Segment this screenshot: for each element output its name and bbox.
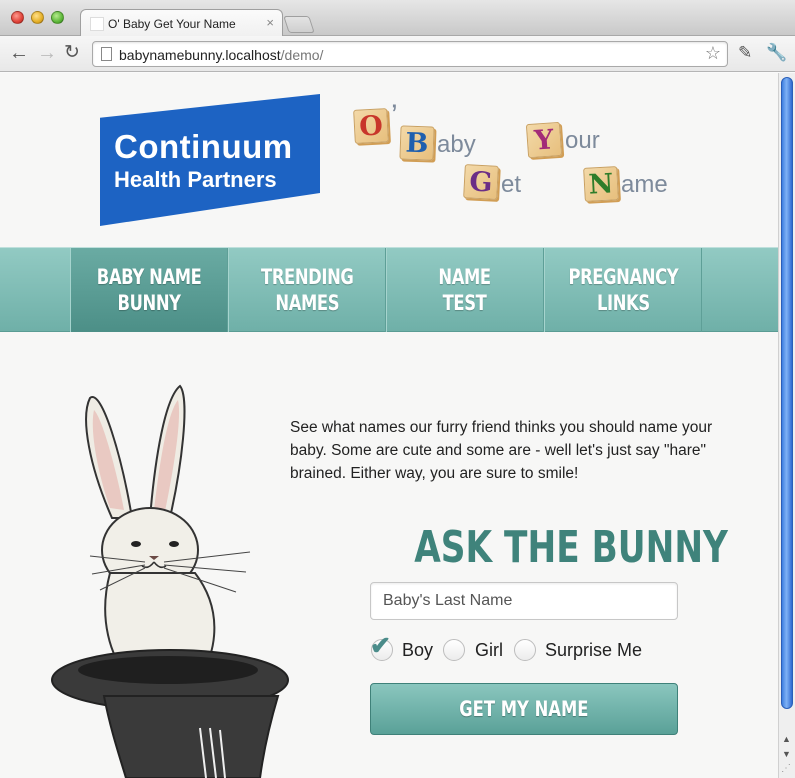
tagline-aby: aby — [437, 131, 476, 158]
gender-label-surprise[interactable]: Surprise Me — [545, 640, 642, 661]
nav-item-pregnancy-links[interactable]: PREGNANCY LINKS — [544, 248, 702, 332]
block-y: Y — [525, 121, 563, 159]
logo-line2: Health Partners — [114, 167, 277, 192]
browser-titlebar: O' Baby Get Your Name × — [0, 0, 795, 37]
ask-title-text: ASK THE BUNNY — [414, 522, 728, 573]
gender-label-boy[interactable]: Boy — [402, 640, 433, 661]
bookmark-star-icon[interactable]: ☆ — [705, 43, 721, 64]
tab-title: O' Baby Get Your Name — [108, 17, 236, 31]
tagline-et: et — [501, 171, 522, 198]
tab-close-icon[interactable]: × — [266, 15, 274, 30]
reload-icon[interactable]: ↻ — [64, 42, 80, 64]
zoom-window-button[interactable] — [51, 11, 64, 24]
nav-label: NAME TEST — [438, 265, 492, 315]
nav-item-trending-names[interactable]: TRENDING NAMES — [228, 248, 386, 332]
page-content: Continuum Health Partners O ’ B aby Y ou… — [0, 73, 778, 778]
bunny-in-hat-illustration — [51, 384, 289, 778]
minimize-window-button[interactable] — [31, 11, 44, 24]
nav-item-baby-name-bunny[interactable]: BABY NAME BUNNY — [70, 248, 228, 332]
gender-radio-boy[interactable]: ✔ — [370, 632, 393, 661]
block-b: B — [399, 125, 435, 161]
scroll-up-icon[interactable]: ▲ — [782, 734, 791, 744]
get-my-name-button[interactable]: GET MY NAME — [370, 683, 678, 735]
new-tab-button[interactable] — [283, 16, 315, 33]
wrench-icon[interactable]: 🔧 — [766, 43, 787, 63]
gender-radio-girl[interactable] — [443, 639, 465, 661]
forward-icon[interactable]: → — [37, 42, 57, 64]
favicon-icon — [90, 17, 104, 31]
vertical-scrollbar[interactable]: ▲ ▼ ⋰ — [778, 73, 795, 778]
page-menu-icon[interactable]: ✎ — [738, 43, 752, 63]
last-name-input[interactable] — [370, 582, 678, 620]
ask-the-bunny-heading: ASK THE BUNNY — [370, 522, 728, 573]
scrollbar-thumb[interactable] — [781, 77, 793, 709]
tagline-apostrophe: ’ — [391, 99, 398, 132]
nav-label: PREGNANCY LINKS — [568, 265, 678, 315]
tagline-our: our — [565, 127, 600, 154]
browser-tab[interactable]: O' Baby Get Your Name × — [80, 9, 283, 37]
back-icon[interactable]: ← — [9, 42, 29, 64]
url-text[interactable]: babynamebunny.localhost/demo/ — [119, 47, 323, 63]
address-bar[interactable]: babynamebunny.localhost/demo/ ☆ — [92, 41, 728, 67]
block-n: N — [583, 166, 619, 202]
block-g: G — [463, 164, 499, 200]
nav-label: BABY NAME BUNNY — [96, 265, 202, 315]
intro-text: See what names our furry friend thinks y… — [290, 419, 713, 482]
submit-label: GET MY NAME — [459, 697, 589, 721]
tagline-ame: ame — [621, 171, 668, 198]
resize-grip-icon[interactable]: ⋰ — [781, 763, 793, 775]
continuum-logo[interactable]: Continuum Health Partners — [100, 94, 320, 226]
gender-radio-surprise[interactable] — [514, 639, 536, 661]
logo-line1: Continuum — [114, 128, 293, 165]
url-path: /demo/ — [280, 47, 324, 63]
page-icon — [101, 47, 112, 61]
scroll-down-icon[interactable]: ▼ — [782, 749, 791, 759]
browser-toolbar: ← → ↻ babynamebunny.localhost/demo/ ☆ ✎ … — [0, 36, 795, 72]
nav-label: TRENDING NAMES — [260, 265, 354, 315]
checkmark-icon: ✔ — [370, 632, 391, 660]
main-nav: BABY NAME BUNNY TRENDING NAMES NAME TEST… — [0, 247, 778, 332]
block-o: O — [353, 108, 389, 144]
url-host: babynamebunny.localhost — [119, 47, 281, 63]
gender-label-girl[interactable]: Girl — [475, 640, 503, 661]
close-window-button[interactable] — [11, 11, 24, 24]
nav-item-name-test[interactable]: NAME TEST — [386, 248, 544, 332]
